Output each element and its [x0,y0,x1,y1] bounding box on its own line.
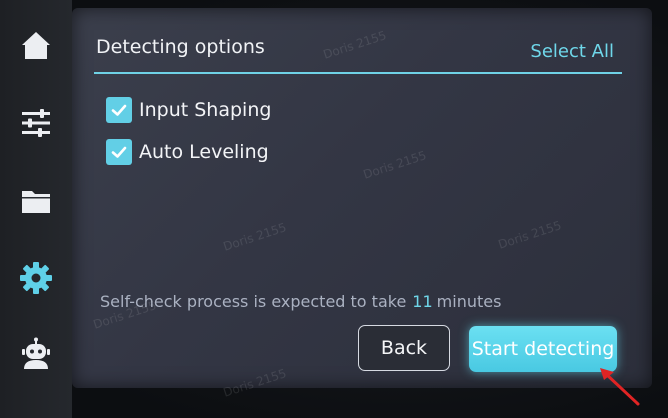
estimate-minutes-value: 11 [412,292,433,311]
watermark: Doris 2155 [496,218,564,252]
start-detecting-button[interactable]: Start detecting [469,326,617,372]
check-icon [111,146,127,158]
sidebar-item-home[interactable] [10,20,62,72]
header-divider [94,72,622,74]
option-auto-leveling[interactable]: Auto Leveling [106,137,269,167]
select-all-button[interactable]: Select All [530,41,614,62]
annotation-arrow-icon [600,368,640,406]
input-shaping-checkbox[interactable] [106,97,132,123]
estimate-prefix: Self-check process is expected to take [100,292,407,311]
sidebar-item-system[interactable] [10,252,62,304]
back-button[interactable]: Back [358,325,450,371]
estimate-text: Self-check process is expected to take 11… [100,292,501,311]
auto-leveling-checkbox[interactable] [106,139,132,165]
watermark: Doris 2155 [321,28,389,62]
option-input-shaping[interactable]: Input Shaping [106,95,271,125]
sliders-icon [22,109,50,137]
input-shaping-label: Input Shaping [139,99,272,121]
watermark: Doris 2155 [361,148,429,182]
robot-icon [22,337,50,369]
folder-icon [22,191,50,213]
detecting-options-panel: Detecting options Select All Input Shapi… [72,8,652,400]
check-icon [111,104,127,116]
sidebar [0,0,72,418]
page-title: Detecting options [96,36,265,58]
estimate-suffix: minutes [436,292,502,311]
gear-icon [20,262,52,294]
watermark: Doris 2155 [221,220,289,254]
sidebar-item-assistant[interactable] [10,328,62,380]
home-icon [22,32,50,59]
sidebar-item-files[interactable] [10,175,62,227]
sidebar-item-controls[interactable] [10,97,62,149]
auto-leveling-label: Auto Leveling [139,141,269,163]
